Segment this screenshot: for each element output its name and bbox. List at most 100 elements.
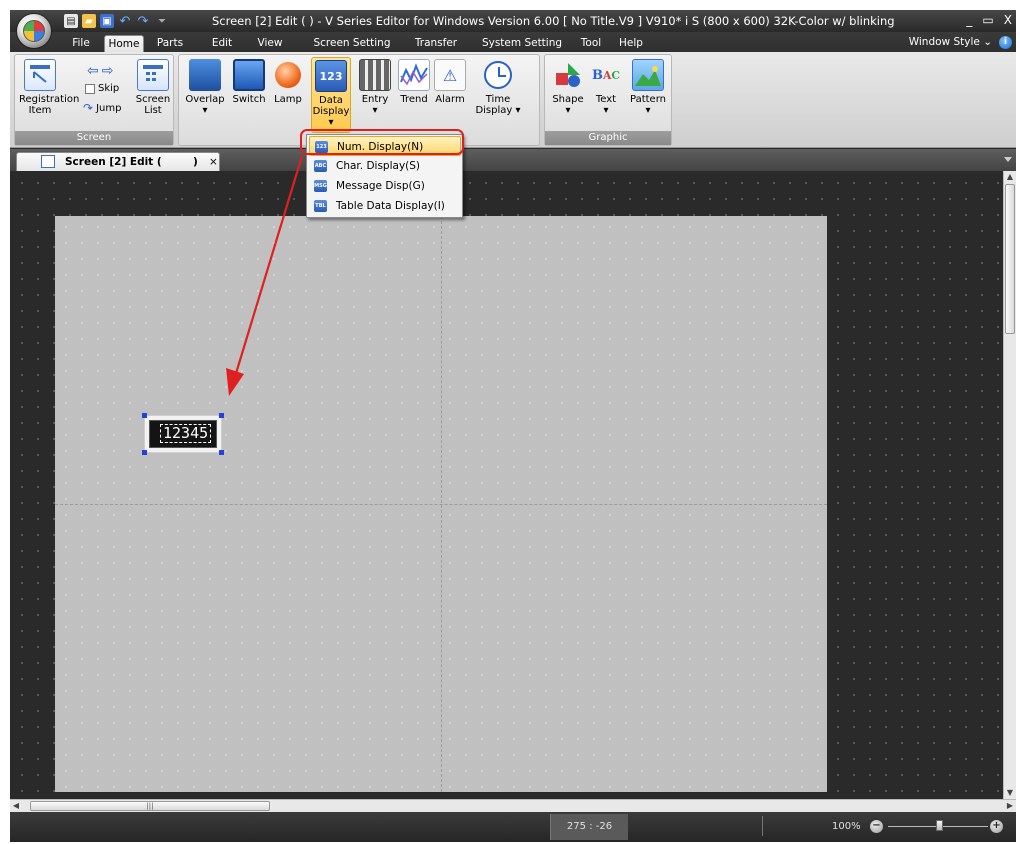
tab-help[interactable]: Help bbox=[614, 35, 648, 52]
pattern-dropdown-icon: ▾ bbox=[645, 105, 651, 116]
qat-customize-icon[interactable]: ⏷ bbox=[158, 16, 166, 27]
open-folder-icon[interactable]: ▰ bbox=[82, 14, 96, 28]
shape-icon bbox=[552, 59, 584, 91]
screen-edit-area[interactable] bbox=[55, 216, 827, 792]
redo-icon[interactable]: ↷ bbox=[136, 14, 150, 29]
app-logo-icon bbox=[23, 20, 45, 42]
tab-view[interactable]: View bbox=[250, 35, 290, 52]
menu-item-label: Char. Display(S) bbox=[336, 160, 421, 172]
time-display-dropdown-icon: ▾ bbox=[515, 105, 521, 116]
cursor-coordinates: 275 : -26 bbox=[550, 814, 628, 840]
document-tab-strip: Screen [2] Edit ( ) × bbox=[10, 149, 1016, 171]
status-bar: 275 : -26 100% − + bbox=[10, 812, 1016, 842]
data-display-dropdown-icon: ▾ bbox=[328, 117, 334, 128]
message-display-icon: MSG bbox=[314, 180, 327, 192]
scroll-up-icon[interactable]: ▲ bbox=[1004, 171, 1016, 183]
tab-list-dropdown-icon[interactable] bbox=[1004, 157, 1012, 162]
lamp-button[interactable]: Lamp bbox=[271, 59, 305, 105]
save-icon[interactable]: ▣ bbox=[100, 14, 114, 28]
menu-item-num-display[interactable]: 123 Num. Display(N) bbox=[309, 136, 461, 156]
zoom-level: 100% bbox=[832, 821, 861, 832]
text-button[interactable]: BAC Text ▾ bbox=[589, 59, 623, 117]
trend-button[interactable]: Trend bbox=[397, 59, 431, 105]
tab-transfer[interactable]: Transfer bbox=[408, 35, 464, 52]
scroll-right-icon[interactable]: ▶ bbox=[1004, 800, 1016, 812]
close-tab-icon[interactable]: × bbox=[209, 154, 218, 171]
alarm-button[interactable]: ⚠ Alarm bbox=[433, 59, 467, 105]
selection-handle-bottom-right[interactable] bbox=[219, 450, 224, 455]
overlap-dropdown-icon: ▾ bbox=[202, 105, 208, 116]
tab-system-setting[interactable]: System Setting bbox=[480, 35, 564, 52]
switch-label: Switch bbox=[232, 94, 266, 105]
entry-label: Entry bbox=[361, 94, 389, 105]
entry-dropdown-icon: ▾ bbox=[372, 105, 378, 116]
tab-edit[interactable]: Edit bbox=[204, 35, 240, 52]
data-display-icon: 123 bbox=[315, 60, 347, 92]
document-tab-label-suffix: ) bbox=[193, 156, 198, 168]
skip-checkbox-box[interactable] bbox=[85, 83, 95, 94]
restore-button[interactable]: ▭ bbox=[982, 13, 993, 27]
lamp-label: Lamp bbox=[274, 94, 302, 105]
zoom-in-icon[interactable]: + bbox=[990, 820, 1003, 833]
window-style-menu[interactable]: Window Style ⌄ bbox=[909, 36, 992, 48]
data-display-menu: 123 Num. Display(N) ABC Char. Display(S)… bbox=[306, 134, 463, 218]
menu-item-message-display[interactable]: MSG Message Disp(G) bbox=[309, 176, 461, 196]
num-display-part[interactable]: 12345 bbox=[144, 415, 222, 453]
registration-item-button[interactable]: Registration Item bbox=[19, 59, 79, 116]
screen-edit-canvas[interactable]: 12345 bbox=[10, 171, 1003, 799]
char-display-icon: ABC bbox=[314, 160, 327, 172]
tab-home[interactable]: Home bbox=[104, 35, 144, 52]
lamp-icon bbox=[272, 59, 304, 91]
vertical-scroll-thumb[interactable] bbox=[1005, 184, 1015, 334]
menu-item-char-display[interactable]: ABC Char. Display(S) bbox=[309, 156, 461, 176]
time-display-button[interactable]: Time Display ▾ bbox=[471, 59, 525, 116]
data-display-button[interactable]: 123 Data Display ▾ bbox=[311, 57, 351, 133]
skip-label: Skip bbox=[98, 83, 120, 94]
title-bar: ▤ ▰ ▣ ↶ ↷ ⏷ Screen [2] Edit ( ) - V Seri… bbox=[10, 10, 1016, 32]
window-title: Screen [2] Edit ( ) - V Series Editor fo… bbox=[212, 14, 895, 28]
ribbon-tab-bar: File Home Parts Edit View Screen Setting… bbox=[10, 32, 1016, 52]
selection-handle-bottom-left[interactable] bbox=[142, 450, 147, 455]
prev-next-screen-buttons[interactable]: ⇦ ⇨ bbox=[87, 63, 113, 79]
vertical-scrollbar[interactable]: ▲ ▼ bbox=[1003, 171, 1016, 799]
close-button[interactable]: X bbox=[1004, 13, 1012, 27]
zoom-out-icon[interactable]: − bbox=[870, 820, 883, 833]
screen-list-button[interactable]: Screen List bbox=[135, 59, 171, 116]
menu-item-label: Message Disp(G) bbox=[336, 180, 425, 192]
overlap-button[interactable]: Overlap ▾ bbox=[183, 59, 227, 116]
tab-file[interactable]: File bbox=[64, 35, 98, 52]
overlap-label: Overlap bbox=[185, 94, 225, 105]
new-file-icon[interactable]: ▤ bbox=[64, 14, 78, 28]
arrow-right-icon[interactable]: ⇨ bbox=[102, 63, 114, 79]
group-label-screen: Screen bbox=[15, 131, 173, 145]
screen-edit-icon bbox=[41, 155, 55, 168]
skip-checkbox[interactable]: Skip bbox=[85, 83, 119, 94]
horizontal-scrollbar[interactable]: ◀ ||| ▶ bbox=[10, 799, 1016, 812]
shape-dropdown-icon: ▾ bbox=[565, 105, 571, 116]
selection-handle-top-left[interactable] bbox=[142, 413, 147, 418]
ribbon-group-screen: Registration Item ⇦ ⇨ Skip ↷ Jump Screen… bbox=[14, 54, 174, 146]
arrow-left-icon[interactable]: ⇦ bbox=[87, 63, 99, 79]
jump-button[interactable]: ↷ Jump bbox=[83, 101, 121, 115]
zoom-slider-thumb[interactable] bbox=[936, 820, 943, 831]
switch-button[interactable]: Switch bbox=[229, 59, 269, 105]
entry-button[interactable]: Entry ▾ bbox=[357, 59, 393, 116]
scroll-left-icon[interactable]: ◀ bbox=[10, 800, 22, 812]
horizontal-scroll-thumb[interactable]: ||| bbox=[30, 801, 270, 811]
undo-icon[interactable]: ↶ bbox=[118, 14, 132, 29]
tab-tool[interactable]: Tool bbox=[576, 35, 606, 52]
menu-item-table-data-display[interactable]: TBL Table Data Display(I) bbox=[309, 196, 461, 216]
switch-icon bbox=[233, 59, 265, 91]
table-data-display-icon: TBL bbox=[314, 200, 327, 212]
document-tab-screen-2[interactable]: Screen [2] Edit ( ) × bbox=[16, 152, 220, 171]
application-menu-button[interactable] bbox=[16, 13, 52, 49]
shape-button[interactable]: Shape ▾ bbox=[549, 59, 587, 116]
tab-parts[interactable]: Parts bbox=[150, 35, 190, 52]
selection-handle-top-right[interactable] bbox=[219, 413, 224, 418]
pattern-button[interactable]: Pattern ▾ bbox=[627, 59, 669, 116]
minimize-button[interactable]: _ bbox=[966, 13, 972, 27]
info-icon[interactable]: i bbox=[999, 36, 1012, 49]
text-dropdown-icon: ▾ bbox=[603, 105, 609, 116]
scroll-down-icon[interactable]: ▼ bbox=[1004, 787, 1016, 799]
tab-screen-setting[interactable]: Screen Setting bbox=[310, 35, 394, 52]
